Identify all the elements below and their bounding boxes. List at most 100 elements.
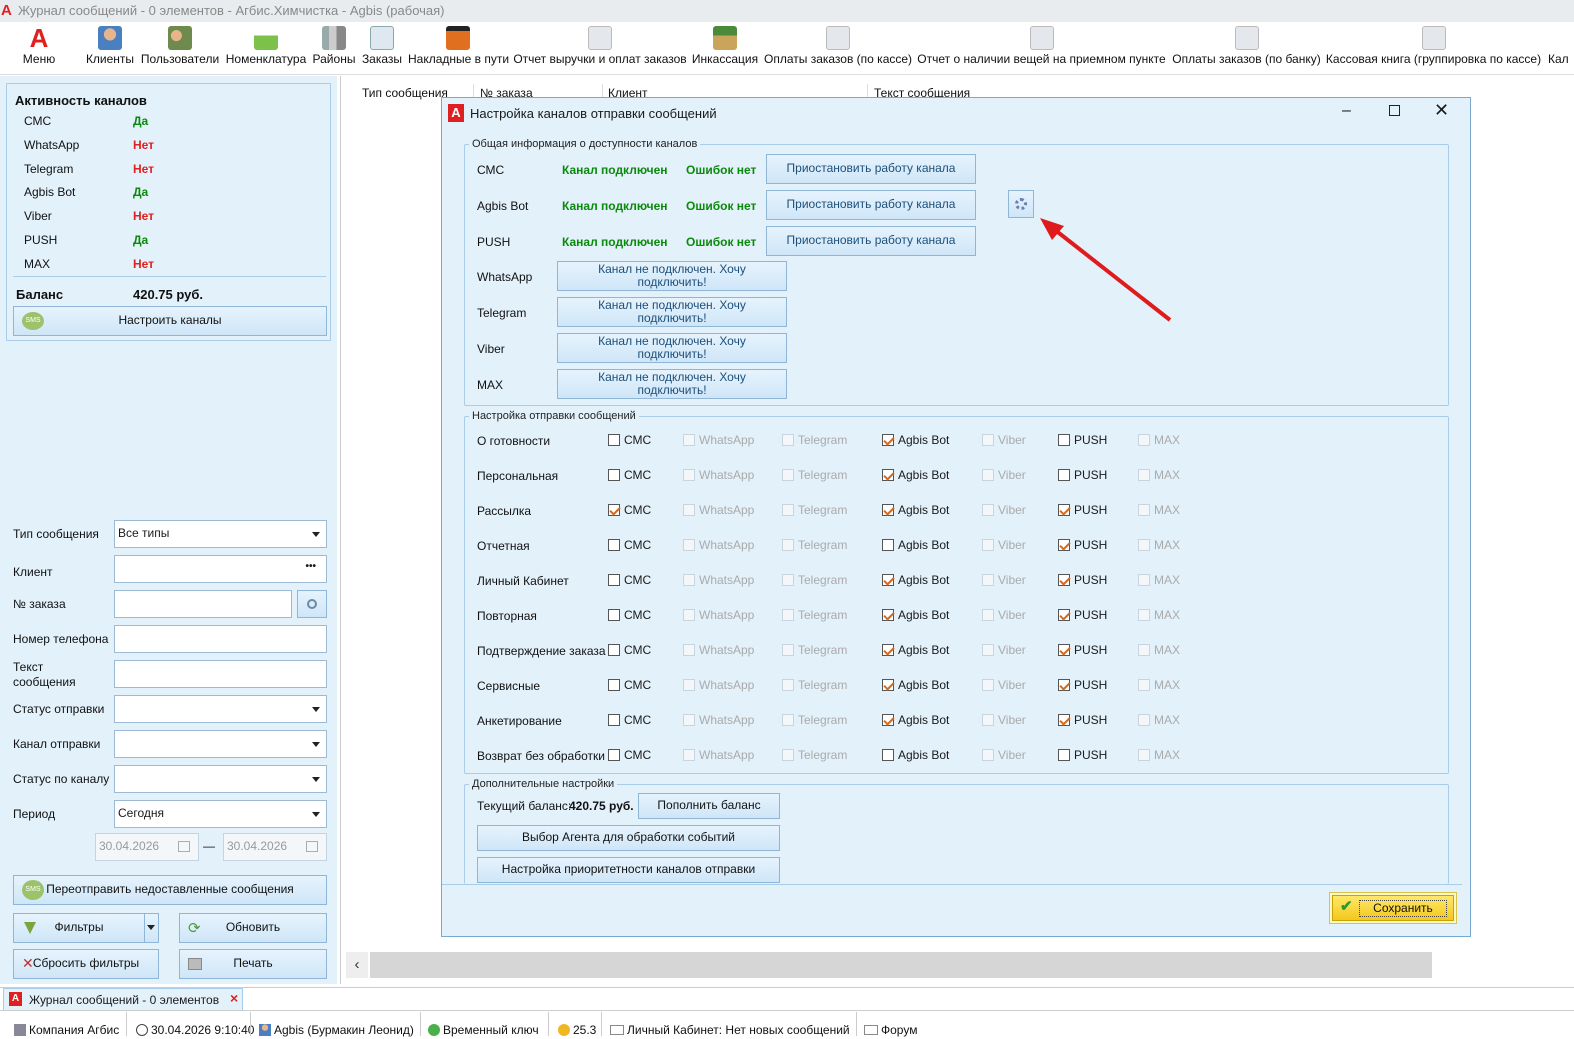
- filters-dropdown[interactable]: [144, 914, 158, 942]
- checkbox-box[interactable]: [982, 644, 994, 656]
- checkbox-box[interactable]: [683, 574, 695, 586]
- channel-checkbox[interactable]: Agbis Bot: [882, 678, 949, 692]
- channel-checkbox[interactable]: Telegram: [782, 713, 847, 727]
- resend-button[interactable]: SMS Переотправить недоставленные сообщен…: [13, 875, 327, 905]
- configure-channels-button[interactable]: SMS Настроить каналы: [13, 306, 327, 336]
- channel-checkbox[interactable]: Viber: [982, 713, 1026, 727]
- channel-checkbox[interactable]: PUSH: [1058, 608, 1107, 622]
- channel-checkbox[interactable]: MAX: [1138, 433, 1180, 447]
- checkbox-box[interactable]: [683, 504, 695, 516]
- channel-checkbox[interactable]: Viber: [982, 573, 1026, 587]
- checkbox-box[interactable]: [982, 574, 994, 586]
- type-select[interactable]: Все типы: [114, 520, 327, 548]
- channel-checkbox[interactable]: WhatsApp: [683, 678, 754, 692]
- channel-checkbox[interactable]: PUSH: [1058, 468, 1107, 482]
- channel-checkbox[interactable]: WhatsApp: [683, 608, 754, 622]
- channel-checkbox[interactable]: Telegram: [782, 433, 847, 447]
- date-to-field[interactable]: 30.04.2026: [223, 833, 327, 861]
- checkbox-box[interactable]: [882, 714, 894, 726]
- checkbox-box[interactable]: [782, 574, 794, 586]
- checkbox-box[interactable]: [683, 434, 695, 446]
- channel-checkbox[interactable]: WhatsApp: [683, 573, 754, 587]
- checkbox-box[interactable]: [782, 679, 794, 691]
- checkbox-box[interactable]: [982, 434, 994, 446]
- channel-select[interactable]: [114, 730, 327, 758]
- channel-checkbox[interactable]: PUSH: [1058, 573, 1107, 587]
- checkbox-box[interactable]: [608, 469, 620, 481]
- tab-close-icon[interactable]: ×: [230, 990, 238, 1006]
- toolbar-items-report[interactable]: Отчет о наличии вещей на приемном пункте: [915, 23, 1168, 75]
- checkbox-box[interactable]: [782, 644, 794, 656]
- channel-priority-button[interactable]: Настройка приоритетности каналов отправк…: [477, 857, 780, 883]
- checkbox-box[interactable]: [782, 609, 794, 621]
- channel-settings-gear-button[interactable]: [1008, 190, 1034, 218]
- channel-checkbox[interactable]: MAX: [1138, 643, 1180, 657]
- close-icon[interactable]: ✕: [1434, 100, 1449, 121]
- checkbox-box[interactable]: [608, 434, 620, 446]
- checkbox-box[interactable]: [882, 469, 894, 481]
- message-text-field[interactable]: [114, 660, 327, 688]
- checkbox-box[interactable]: [608, 539, 620, 551]
- checkbox-box[interactable]: [982, 679, 994, 691]
- toolbar-orders[interactable]: Заказы: [361, 23, 403, 75]
- checkbox-box[interactable]: [683, 609, 695, 621]
- toolbar-clients[interactable]: Клиенты: [84, 23, 136, 75]
- toolbar-nomenclature[interactable]: Номенклатура: [225, 23, 307, 75]
- channel-checkbox[interactable]: Viber: [982, 433, 1026, 447]
- channel-checkbox[interactable]: СМС: [608, 468, 651, 482]
- checkbox-box[interactable]: [1138, 434, 1150, 446]
- horizontal-scrollbar[interactable]: [370, 952, 1432, 978]
- checkbox-box[interactable]: [982, 609, 994, 621]
- checkbox-box[interactable]: [982, 714, 994, 726]
- channel-checkbox[interactable]: PUSH: [1058, 433, 1107, 447]
- choose-agent-button[interactable]: Выбор Агента для обработки событий: [477, 825, 780, 851]
- period-select[interactable]: Сегодня: [114, 800, 327, 828]
- checkbox-box[interactable]: [882, 504, 894, 516]
- checkbox-box[interactable]: [1138, 504, 1150, 516]
- document-tab[interactable]: A Журнал сообщений - 0 элементов ×: [3, 988, 243, 1010]
- toolbar-collection[interactable]: Инкассация: [691, 23, 759, 75]
- toolbar-more[interactable]: Кал: [1548, 23, 1574, 75]
- checkbox-box[interactable]: [782, 469, 794, 481]
- checkbox-box[interactable]: [782, 504, 794, 516]
- checkbox-box[interactable]: [608, 714, 620, 726]
- checkbox-box[interactable]: [683, 679, 695, 691]
- channel-checkbox[interactable]: WhatsApp: [683, 713, 754, 727]
- checkbox-box[interactable]: [1058, 504, 1070, 516]
- checkbox-box[interactable]: [1138, 574, 1150, 586]
- toolbar-bank-payments[interactable]: Оплаты заказов (по банку): [1172, 23, 1321, 75]
- checkbox-box[interactable]: [1058, 469, 1070, 481]
- channel-checkbox[interactable]: WhatsApp: [683, 503, 754, 517]
- channel-checkbox[interactable]: PUSH: [1058, 713, 1107, 727]
- toolbar-menu[interactable]: A Меню: [16, 23, 62, 75]
- channel-checkbox[interactable]: PUSH: [1058, 748, 1107, 762]
- scroll-left-icon[interactable]: ‹: [346, 952, 368, 978]
- checkbox-box[interactable]: [608, 749, 620, 761]
- checkbox-box[interactable]: [1138, 749, 1150, 761]
- checkbox-box[interactable]: [683, 469, 695, 481]
- channel-checkbox[interactable]: WhatsApp: [683, 643, 754, 657]
- checkbox-box[interactable]: [782, 434, 794, 446]
- checkbox-box[interactable]: [982, 749, 994, 761]
- channel-checkbox[interactable]: СМС: [608, 433, 651, 447]
- checkbox-box[interactable]: [608, 609, 620, 621]
- channel-checkbox[interactable]: Agbis Bot: [882, 713, 949, 727]
- channel-checkbox[interactable]: СМС: [608, 713, 651, 727]
- connect-channel-button[interactable]: Канал не подключен. Хочу подключить!: [557, 297, 787, 327]
- channel-checkbox[interactable]: WhatsApp: [683, 468, 754, 482]
- connect-channel-button[interactable]: Канал не подключен. Хочу подключить!: [557, 261, 787, 291]
- channel-checkbox[interactable]: MAX: [1138, 573, 1180, 587]
- checkbox-box[interactable]: [882, 434, 894, 446]
- channel-checkbox[interactable]: Viber: [982, 748, 1026, 762]
- checkbox-box[interactable]: [1138, 714, 1150, 726]
- channel-checkbox[interactable]: MAX: [1138, 538, 1180, 552]
- checkbox-box[interactable]: [1138, 609, 1150, 621]
- channel-checkbox[interactable]: Agbis Bot: [882, 608, 949, 622]
- checkbox-box[interactable]: [882, 749, 894, 761]
- filters-button[interactable]: Фильтры: [13, 913, 159, 943]
- channel-checkbox[interactable]: Viber: [982, 503, 1026, 517]
- channel-checkbox[interactable]: Telegram: [782, 468, 847, 482]
- topup-balance-button[interactable]: Пополнить баланс: [638, 793, 780, 819]
- minimize-icon[interactable]: –: [1342, 102, 1351, 120]
- send-status-select[interactable]: [114, 695, 327, 723]
